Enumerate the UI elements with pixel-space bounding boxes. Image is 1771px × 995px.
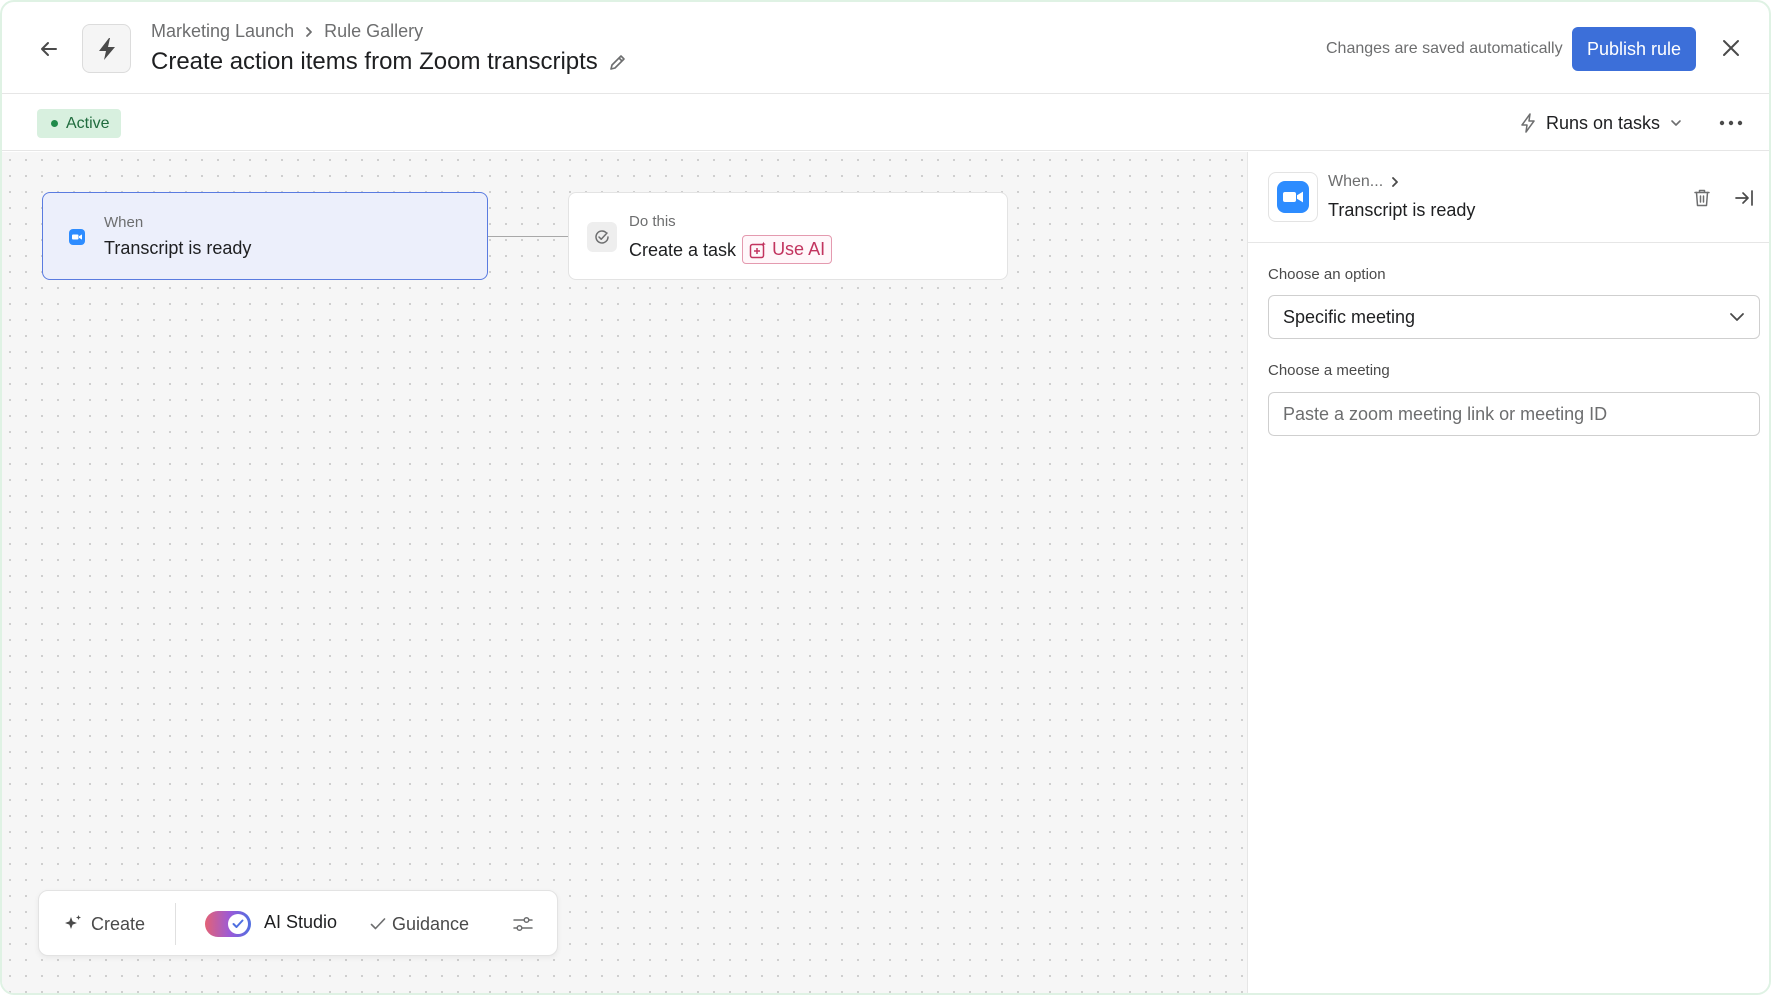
toggle-knob [228, 914, 248, 934]
delete-trigger-button[interactable] [1688, 184, 1716, 212]
action-title-row: Create a task Use AI [629, 235, 833, 264]
panel-zoom-logo [1268, 172, 1318, 222]
canvas-toolbar: Create AI Studio Guidance [38, 890, 558, 956]
trigger-config-panel: When... Transcript is ready Choose an op… [1248, 152, 1769, 993]
action-title: Create a task [629, 240, 737, 260]
ai-studio-toggle[interactable] [205, 911, 251, 937]
meeting-link-input[interactable] [1268, 392, 1760, 436]
collapse-right-icon [1735, 190, 1753, 206]
rule-type-badge [82, 24, 131, 73]
arrow-left-icon [41, 42, 57, 56]
use-ai-label: Use AI [772, 239, 826, 259]
create-button[interactable]: Create [63, 909, 145, 939]
chevron-right-icon [1392, 177, 1399, 187]
option-field-label: Choose an option [1268, 266, 1386, 283]
more-horizontal-icon [1719, 120, 1743, 126]
app-window: Marketing Launch Rule Gallery Create act… [0, 0, 1771, 995]
more-options-button[interactable] [1714, 108, 1748, 138]
rule-canvas[interactable]: When Transcript is ready Do this Create … [2, 152, 1248, 993]
trigger-kicker: When [104, 214, 144, 231]
zoom-icon [65, 225, 89, 249]
zoom-icon [1277, 181, 1309, 213]
chevron-down-icon [1730, 313, 1744, 321]
collapse-panel-button[interactable] [1730, 184, 1758, 212]
trash-icon [1694, 189, 1710, 207]
action-kicker: Do this [629, 213, 676, 230]
chevron-right-icon [304, 26, 314, 38]
trigger-node[interactable]: When Transcript is ready [42, 192, 488, 280]
breadcrumb: Marketing Launch Rule Gallery [151, 21, 423, 42]
canvas-settings-button[interactable] [509, 911, 537, 937]
option-select[interactable]: Specific meeting [1268, 295, 1760, 339]
trigger-title: Transcript is ready [104, 238, 252, 258]
status-label: Active [66, 114, 110, 132]
autosave-status: Changes are saved automatically [1326, 40, 1563, 57]
breadcrumb-project[interactable]: Marketing Launch [151, 21, 294, 42]
toolbar-divider [175, 903, 176, 945]
guidance-button[interactable]: Guidance [370, 909, 469, 939]
breadcrumb-rule-gallery[interactable]: Rule Gallery [324, 21, 423, 42]
create-label: Create [91, 913, 146, 934]
action-node[interactable]: Do this Create a task Use AI [568, 192, 1008, 280]
runs-on-label: Runs on tasks [1546, 112, 1661, 133]
ai-studio-label: AI Studio [264, 912, 338, 932]
runs-on-dropdown[interactable]: Runs on tasks [1520, 106, 1682, 140]
pencil-icon[interactable] [608, 52, 628, 72]
lightning-outline-icon [1521, 113, 1535, 133]
check-icon [370, 918, 386, 930]
panel-header: When... Transcript is ready [1248, 152, 1769, 243]
guidance-label: Guidance [392, 913, 470, 934]
panel-trigger-title: Transcript is ready [1328, 200, 1476, 220]
sliders-icon [513, 916, 533, 932]
checkmark-icon [232, 919, 244, 928]
close-icon [1723, 40, 1739, 56]
publish-rule-button[interactable]: Publish rule [1572, 27, 1696, 71]
sparkle-icon [65, 915, 81, 929]
back-button[interactable] [32, 32, 66, 66]
meeting-field-label: Choose a meeting [1268, 362, 1390, 379]
rule-subheader: Active Runs on tasks [2, 94, 1769, 151]
panel-when-label: When... [1328, 173, 1384, 190]
page-title: Create action items from Zoom transcript… [151, 48, 598, 75]
node-connector [488, 236, 568, 237]
option-select-value: Specific meeting [1283, 306, 1416, 327]
title-row: Create action items from Zoom transcript… [151, 48, 628, 76]
chevron-down-icon [1671, 120, 1681, 126]
use-ai-button[interactable]: Use AI [742, 235, 833, 264]
rule-header: Marketing Launch Rule Gallery Create act… [2, 2, 1769, 94]
status-badge: Active [37, 109, 121, 138]
ai-sparkle-icon [749, 241, 766, 258]
panel-when-link[interactable]: When... [1328, 173, 1399, 191]
close-button[interactable] [1715, 32, 1747, 64]
lightning-icon [98, 37, 115, 60]
task-check-icon [587, 222, 617, 252]
status-dot-icon [51, 120, 58, 127]
